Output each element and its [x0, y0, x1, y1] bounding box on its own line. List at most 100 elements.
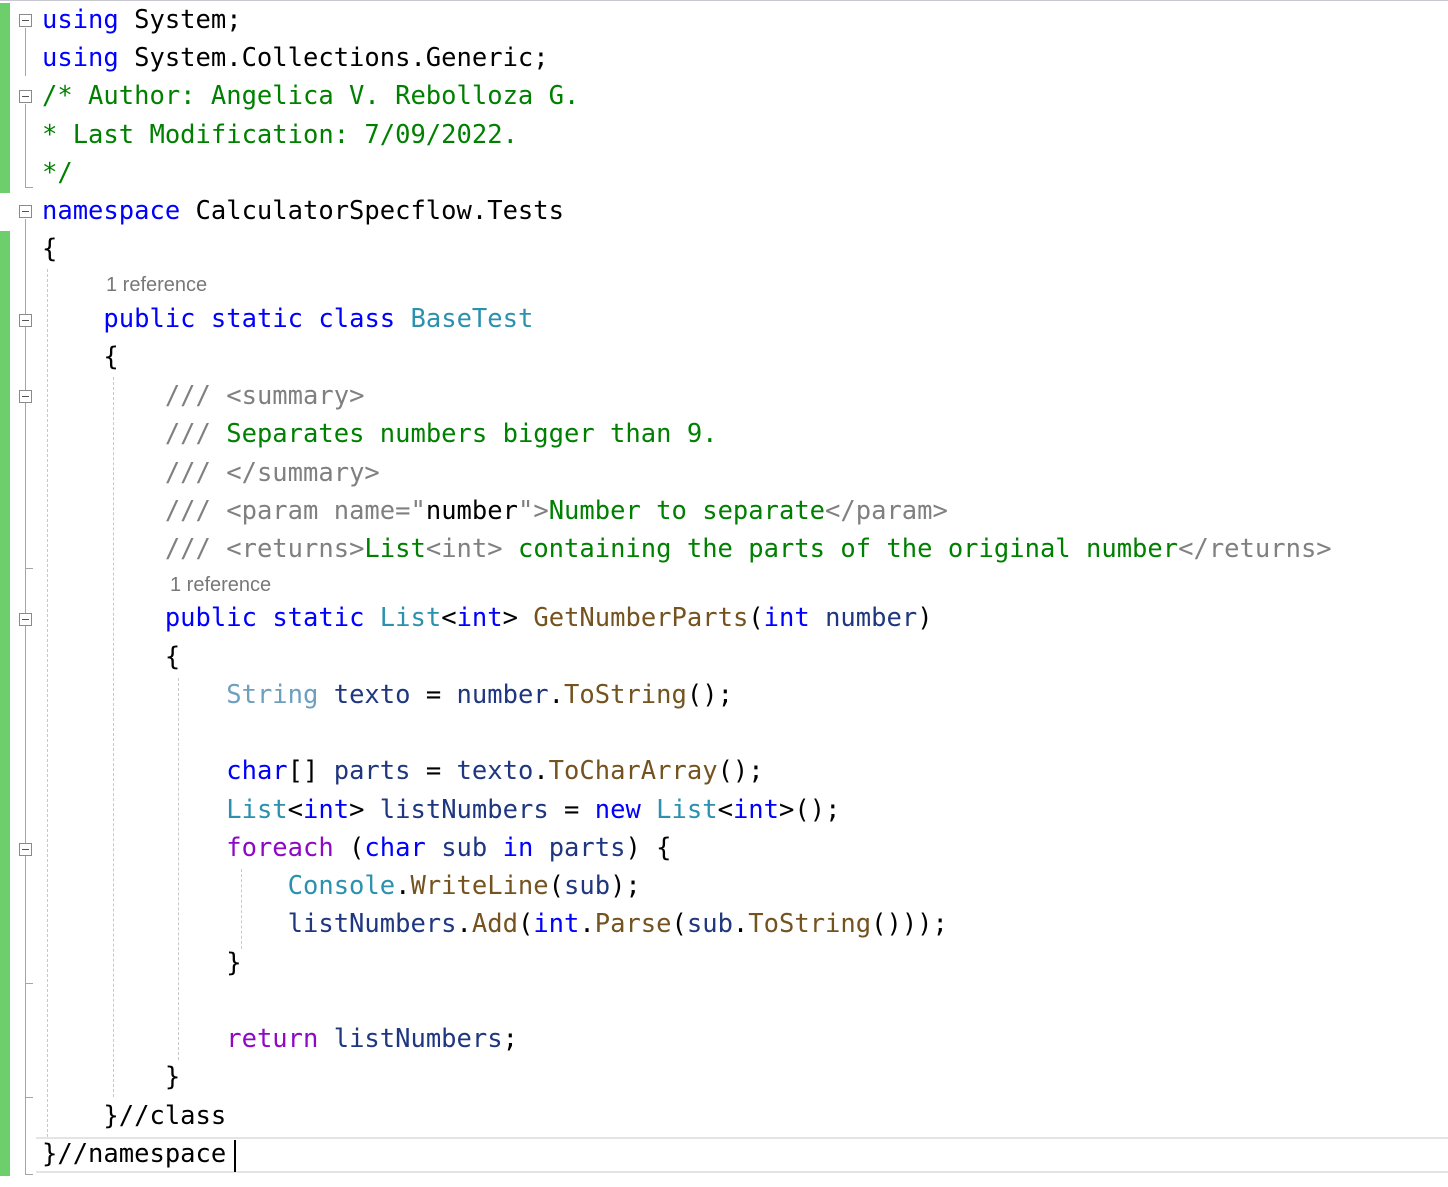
code-token: GetNumberParts — [533, 603, 749, 633]
code-line[interactable]: { — [42, 230, 57, 268]
collapse-toggle-icon[interactable] — [19, 205, 32, 218]
code-token: listNumbers — [287, 909, 457, 939]
code-line[interactable]: */ — [42, 154, 73, 192]
code-token: . — [395, 871, 411, 901]
code-token: ( — [748, 603, 764, 633]
outline-line — [25, 1174, 33, 1175]
code-token: int — [456, 603, 503, 633]
code-line[interactable]: }//class — [42, 1097, 226, 1135]
code-line[interactable]: char[] parts = texto.ToCharArray(); — [42, 752, 764, 790]
collapse-toggle-icon[interactable] — [19, 14, 32, 27]
code-token: ToString — [564, 680, 687, 710]
code-token: (); — [717, 756, 764, 786]
code-line[interactable]: /// <summary> — [42, 377, 365, 415]
code-line[interactable]: listNumbers.Add(int.Parse(sub.ToString()… — [42, 905, 948, 943]
code-token: List — [656, 795, 718, 825]
code-token: public — [164, 603, 257, 633]
code-line[interactable]: /// <param name="number">Number to separ… — [42, 492, 948, 530]
code-token: ( — [548, 871, 564, 901]
code-line[interactable]: /// <returns>List<int> containing the pa… — [42, 530, 1332, 568]
collapse-toggle-icon[interactable] — [19, 843, 32, 856]
code-line[interactable]: List<int> listNumbers = new List<int>(); — [42, 791, 840, 829]
code-token: > — [349, 795, 380, 825]
text-caret — [234, 1140, 236, 1172]
code-token: >(); — [779, 795, 841, 825]
code-line[interactable]: /// Separates numbers bigger than 9. — [42, 415, 718, 453]
code-token: . — [548, 680, 565, 710]
code-token: . — [732, 909, 749, 939]
code-token: ToString — [748, 909, 872, 939]
code-token: number — [425, 496, 518, 526]
code-line[interactable]: using System; — [42, 1, 242, 39]
code-token: ( — [517, 909, 534, 939]
code-line[interactable]: foreach (char sub in parts) { — [42, 829, 672, 867]
code-token: { — [42, 234, 58, 264]
code-token: . — [533, 756, 549, 786]
code-token: texto — [456, 756, 534, 786]
code-token: Console — [287, 871, 396, 901]
code-line[interactable]: * Last Modification: 7/09/2022. — [42, 116, 518, 154]
code-token: /// — [164, 419, 227, 449]
code-token: ) { — [625, 833, 672, 863]
code-token: }//namespace — [42, 1139, 227, 1169]
code-token: WriteLine — [410, 871, 549, 901]
code-token: System; — [118, 5, 242, 35]
code-line[interactable]: namespace CalculatorSpecflow.Tests — [42, 192, 564, 230]
outline-line — [25, 983, 33, 984]
code-token: } — [42, 1062, 181, 1092]
code-line[interactable]: /// </summary> — [42, 454, 380, 492]
code-line[interactable]: using System.Collections.Generic; — [42, 39, 549, 77]
collapse-toggle-icon[interactable] — [19, 314, 32, 327]
code-token: < — [287, 795, 304, 825]
collapse-toggle-icon[interactable] — [19, 390, 32, 403]
code-token: ( — [671, 909, 687, 939]
code-token: foreach — [226, 833, 334, 863]
code-token: </param> — [825, 496, 948, 526]
outline-line — [25, 568, 33, 569]
collapse-toggle-icon[interactable] — [19, 90, 32, 103]
code-token: <int> — [425, 534, 503, 564]
code-token: int — [763, 603, 810, 633]
code-token: /* Author: Angelica V. Rebolloza G. — [42, 81, 580, 111]
code-token: parts — [333, 756, 411, 786]
outline-line — [25, 28, 26, 76]
collapse-toggle-icon[interactable] — [19, 613, 32, 626]
code-token: new — [594, 795, 641, 825]
code-line[interactable]: return listNumbers; — [42, 1020, 518, 1058]
code-token: (); — [686, 680, 733, 710]
code-token: </summary> — [226, 458, 380, 488]
code-token: parts — [548, 833, 626, 863]
codelens-reference-count[interactable]: 1 reference — [106, 274, 207, 297]
code-token: class — [318, 304, 396, 334]
code-token: ); — [610, 871, 641, 901]
code-token: BaseTest — [410, 304, 534, 334]
code-token: </returns> — [1178, 534, 1332, 564]
code-line[interactable]: } — [42, 944, 241, 982]
code-line[interactable]: } — [42, 1058, 180, 1096]
code-token: containing the parts of the original num… — [502, 534, 1179, 564]
code-line[interactable]: { — [42, 338, 119, 376]
code-line[interactable]: public static class BaseTest — [42, 300, 533, 338]
code-line[interactable]: String texto = number.ToString(); — [42, 676, 733, 714]
code-line[interactable]: }//namespace — [42, 1135, 226, 1173]
code-token: { — [42, 342, 119, 372]
code-token: List — [226, 795, 288, 825]
code-line[interactable]: { — [42, 638, 180, 676]
code-line[interactable]: /* Author: Angelica V. Rebolloza G. — [42, 77, 579, 115]
code-line[interactable]: public static List<int> GetNumberParts(i… — [42, 599, 933, 637]
code-line[interactable]: Console.WriteLine(sub); — [42, 867, 641, 905]
codelens-reference-count[interactable]: 1 reference — [170, 574, 271, 597]
code-token: sub — [564, 871, 611, 901]
code-editor[interactable]: 1 reference 1 reference using System; usi… — [0, 0, 1448, 1187]
